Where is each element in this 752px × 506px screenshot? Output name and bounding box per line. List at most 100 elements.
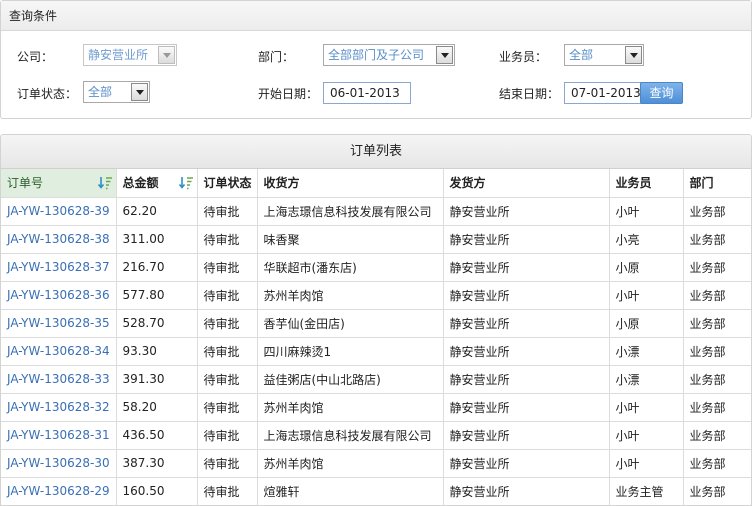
salesman-cell: 小原 — [608, 309, 684, 338]
receiver-cell: 华联超市(潘东店) — [256, 253, 444, 282]
order-number-link[interactable]: JA-YW-130628-30 — [1, 449, 117, 478]
department-cell: 业务部 — [682, 309, 751, 338]
order-list-title: 订单列表 — [1, 135, 751, 169]
salesman-select[interactable]: 全部 — [564, 44, 644, 66]
table-row[interactable]: JA-YW-130628-38 311.00 待审批 味香聚 静安营业所 小亮 业务部 — [1, 225, 751, 254]
order-status-cell: 待审批 — [196, 449, 258, 478]
total-amount-cell: 216.70 — [115, 253, 198, 282]
order-table-body: JA-YW-130628-39 62.20 待审批 上海志璟信息科技发展有限公司 静安营… — [1, 197, 751, 505]
salesman-cell: 小漂 — [608, 365, 684, 394]
total-amount-cell: 391.30 — [115, 365, 198, 394]
order-status-cell: 待审批 — [196, 477, 258, 505]
order-status-cell: 待审批 — [196, 365, 258, 394]
salesman-cell: 小亮 — [608, 225, 684, 254]
total-amount-cell: 93.30 — [115, 337, 198, 366]
department-label: 部门： — [258, 50, 295, 64]
sort-icon[interactable] — [97, 176, 113, 190]
chevron-down-icon — [625, 46, 642, 64]
query-panel: 查询条件 公司： 静安营业所 部门： 全部部门及子公司 业务员： 全部 订单状态… — [0, 0, 752, 119]
shipper-cell: 静安营业所 — [442, 197, 610, 226]
order-number-link[interactable]: JA-YW-130628-36 — [1, 281, 117, 310]
shipper-cell: 静安营业所 — [442, 365, 610, 394]
receiver-cell: 味香聚 — [256, 225, 444, 254]
table-row[interactable]: JA-YW-130628-36 577.80 待审批 苏州羊肉馆 静安营业所 小叶 业务部 — [1, 281, 751, 310]
shipper-cell: 静安营业所 — [442, 449, 610, 478]
chevron-down-icon — [158, 46, 175, 64]
order-number-link[interactable]: JA-YW-130628-29 — [1, 477, 117, 505]
total-amount-cell: 62.20 — [115, 197, 198, 226]
column-header-total[interactable]: 总金额 — [115, 169, 198, 198]
column-header-shipper[interactable]: 发货方 — [442, 169, 610, 198]
total-amount-cell: 160.50 — [115, 477, 198, 505]
table-row[interactable]: JA-YW-130628-33 391.30 待审批 益佳粥店(中山北路店) 静安营业所… — [1, 365, 751, 394]
salesman-cell: 小原 — [608, 253, 684, 282]
receiver-cell: 苏州羊肉馆 — [256, 281, 444, 310]
shipper-cell: 静安营业所 — [442, 337, 610, 366]
start-date-label: 开始日期： — [258, 87, 319, 101]
table-row[interactable]: JA-YW-130628-29 160.50 待审批 煊雅轩 静安营业所 业务主管 业务部 — [1, 477, 751, 505]
order-status-cell: 待审批 — [196, 197, 258, 226]
table-row[interactable]: JA-YW-130628-39 62.20 待审批 上海志璟信息科技发展有限公司 静安营… — [1, 197, 751, 226]
order-number-link[interactable]: JA-YW-130628-37 — [1, 253, 117, 282]
order-number-link[interactable]: JA-YW-130628-32 — [1, 393, 117, 422]
order-number-link[interactable]: JA-YW-130628-34 — [1, 337, 117, 366]
total-amount-cell: 528.70 — [115, 309, 198, 338]
order-number-link[interactable]: JA-YW-130628-39 — [1, 197, 117, 226]
order-number-link[interactable]: JA-YW-130628-38 — [1, 225, 117, 254]
table-row[interactable]: JA-YW-130628-32 58.20 待审批 苏州羊肉馆 静安营业所 小叶 业务部 — [1, 393, 751, 422]
receiver-cell: 益佳粥店(中山北路店) — [256, 365, 444, 394]
order-status-cell: 待审批 — [196, 281, 258, 310]
column-header-receiver[interactable]: 收货方 — [256, 169, 444, 198]
order-status-label: 订单状态： — [17, 87, 78, 101]
end-date-input[interactable]: 07-01-2013 — [564, 82, 652, 104]
order-table-header: 订单号 总金额 订单状态 收货方 发货方 业务员 部门 — [1, 169, 751, 198]
table-row[interactable]: JA-YW-130628-37 216.70 待审批 华联超市(潘东店) 静安营业所 小原… — [1, 253, 751, 282]
total-amount-cell: 311.00 — [115, 225, 198, 254]
salesman-cell: 小漂 — [608, 337, 684, 366]
order-list-panel: 订单列表 订单号 总金额 订单状态 收货方 发货方 业务员 部门 JA-YW-1… — [0, 134, 752, 506]
total-amount-cell: 436.50 — [115, 421, 198, 450]
total-amount-cell: 387.30 — [115, 449, 198, 478]
shipper-cell: 静安营业所 — [442, 421, 610, 450]
sort-icon[interactable] — [178, 176, 194, 190]
salesman-select-value: 全部 — [569, 48, 594, 62]
column-header-department[interactable]: 部门 — [682, 169, 751, 198]
department-cell: 业务部 — [682, 393, 751, 422]
department-select-value: 全部部门及子公司 — [328, 48, 425, 62]
shipper-cell: 静安营业所 — [442, 477, 610, 505]
shipper-cell: 静安营业所 — [442, 253, 610, 282]
chevron-down-icon — [131, 83, 148, 101]
start-date-input[interactable]: 06-01-2013 — [323, 82, 411, 104]
company-label: 公司： — [17, 50, 54, 64]
column-header-status[interactable]: 订单状态 — [196, 169, 258, 198]
receiver-cell: 四川麻辣烫1 — [256, 337, 444, 366]
order-status-cell: 待审批 — [196, 225, 258, 254]
department-cell: 业务部 — [682, 365, 751, 394]
table-row[interactable]: JA-YW-130628-31 436.50 待审批 上海志璟信息科技发展有限公司 静安… — [1, 421, 751, 450]
department-cell: 业务部 — [682, 225, 751, 254]
table-row[interactable]: JA-YW-130628-35 528.70 待审批 香芋仙(金田店) 静安营业所 小原业… — [1, 309, 751, 338]
order-number-link[interactable]: JA-YW-130628-31 — [1, 421, 117, 450]
order-status-select[interactable]: 全部 — [83, 81, 150, 103]
department-cell: 业务部 — [682, 281, 751, 310]
column-header-order-no[interactable]: 订单号 — [1, 169, 117, 198]
receiver-cell: 香芋仙(金田店) — [256, 309, 444, 338]
department-select[interactable]: 全部部门及子公司 — [323, 44, 455, 66]
receiver-cell: 苏州羊肉馆 — [256, 393, 444, 422]
table-row[interactable]: JA-YW-130628-30 387.30 待审批 苏州羊肉馆 静安营业所 小叶 业务部 — [1, 449, 751, 478]
receiver-cell: 煊雅轩 — [256, 477, 444, 505]
salesman-cell: 小叶 — [608, 449, 684, 478]
receiver-cell: 上海志璟信息科技发展有限公司 — [256, 421, 444, 450]
department-cell: 业务部 — [682, 477, 751, 505]
chevron-down-icon — [436, 46, 453, 64]
department-cell: 业务部 — [682, 449, 751, 478]
order-status-cell: 待审批 — [196, 309, 258, 338]
column-header-salesman[interactable]: 业务员 — [608, 169, 684, 198]
table-row[interactable]: JA-YW-130628-34 93.30 待审批 四川麻辣烫1 静安营业所 小漂 业务部 — [1, 337, 751, 366]
order-number-link[interactable]: JA-YW-130628-35 — [1, 309, 117, 338]
company-select[interactable]: 静安营业所 — [83, 44, 177, 66]
salesman-cell: 小叶 — [608, 393, 684, 422]
salesman-label: 业务员： — [499, 50, 548, 64]
search-button[interactable]: 查询 — [640, 82, 683, 104]
order-number-link[interactable]: JA-YW-130628-33 — [1, 365, 117, 394]
